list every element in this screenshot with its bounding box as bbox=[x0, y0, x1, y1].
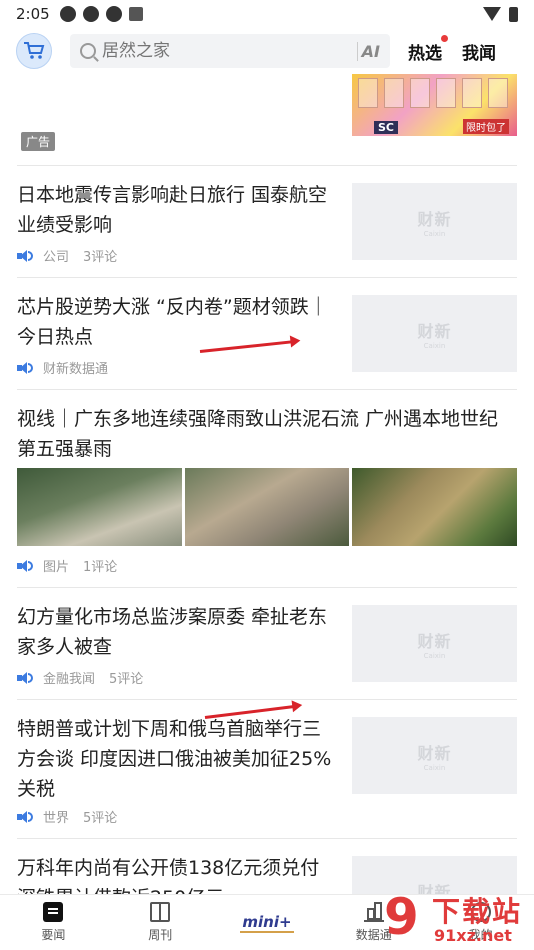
app-notification-icon bbox=[82, 6, 99, 22]
app-notification-icon bbox=[128, 7, 143, 21]
ai-search-icon[interactable]: AI bbox=[356, 41, 380, 61]
photo-strip[interactable] bbox=[17, 468, 518, 546]
article-meta: 公司 3评论 bbox=[17, 246, 117, 265]
watermark-url: 91xz.net bbox=[434, 926, 512, 945]
caixin-logo-sub: Caixin bbox=[423, 341, 446, 350]
caixin-logo: 财新 bbox=[417, 743, 452, 763]
article-category: 财新数据通 bbox=[43, 362, 109, 377]
tab-home-label: 要闻 bbox=[41, 928, 66, 942]
chart-icon bbox=[363, 902, 384, 922]
article-category: 公司 bbox=[43, 250, 70, 265]
article-thumbnail[interactable]: 财新 Caixin bbox=[352, 717, 517, 794]
battery-icon bbox=[509, 6, 518, 22]
caixin-logo-sub: Caixin bbox=[423, 763, 446, 772]
article-thumbnail[interactable]: 财新 Caixin bbox=[352, 295, 517, 372]
app-notification-icon bbox=[105, 6, 122, 22]
search-bar[interactable]: AI bbox=[70, 34, 390, 68]
shop-cart-button[interactable] bbox=[16, 33, 52, 69]
search-icon bbox=[80, 43, 96, 59]
book-icon bbox=[150, 902, 171, 922]
aerial-flood-photo[interactable] bbox=[352, 468, 518, 546]
status-bar: 2:05 bbox=[0, 0, 534, 28]
cart-icon bbox=[24, 42, 45, 59]
ad-badge: 广告 bbox=[21, 132, 56, 151]
ad-block[interactable]: SC 限时包了 广告 bbox=[17, 74, 517, 166]
mini-plus-logo: mini+ bbox=[240, 912, 294, 933]
caixin-logo: 财新 bbox=[417, 209, 452, 229]
speaker-icon[interactable] bbox=[17, 249, 33, 263]
watermark-logo: 9 bbox=[384, 888, 419, 946]
tab-weekly[interactable]: 周刊 bbox=[107, 895, 214, 950]
tab-weekly-label: 周刊 bbox=[148, 928, 173, 942]
speaker-icon[interactable] bbox=[17, 671, 33, 685]
list-item[interactable]: 日本地震传言影响赴日旅行 国泰航空业绩受影响 财新 Caixin 公司 3评论 bbox=[17, 166, 517, 278]
speaker-icon[interactable] bbox=[17, 559, 33, 573]
speaker-icon[interactable] bbox=[17, 361, 33, 375]
tab-hot[interactable]: 热选 bbox=[408, 34, 448, 64]
tab-mine[interactable]: 我闻 bbox=[462, 39, 496, 64]
article-category: 图片 bbox=[43, 560, 70, 575]
caixin-logo: 财新 bbox=[417, 631, 452, 651]
comment-count: 3评论 bbox=[83, 250, 118, 265]
news-feed[interactable]: SC 限时包了 广告 日本地震传言影响赴日旅行 国泰航空业绩受影响 财新 Cai… bbox=[0, 74, 534, 894]
tab-home[interactable]: 要闻 bbox=[0, 895, 107, 950]
tab-hot-label: 热选 bbox=[408, 43, 442, 64]
list-item[interactable]: 视线｜广东多地连续强降雨致山洪泥石流 广州遇本地世纪第五强暴雨 图片 1评论 bbox=[17, 390, 518, 588]
article-title[interactable]: 万科年内尚有公开债138亿元须兑付 深铁累计借款近250亿元 bbox=[17, 853, 335, 894]
search-input[interactable] bbox=[102, 41, 342, 61]
list-item[interactable]: 幻方量化市场总监涉案原委 牵扯老东家多人被查 财新 Caixin 金融我闻 5评… bbox=[17, 588, 517, 700]
article-title[interactable]: 特朗普或计划下周和俄乌首脑举行三方会谈 印度因进口俄油被美加征25%关税 bbox=[17, 714, 335, 804]
tab-mini-plus[interactable]: mini+ bbox=[214, 895, 321, 950]
ad-banner-image[interactable]: SC 限时包了 bbox=[352, 74, 517, 136]
article-thumbnail[interactable]: 财新 Caixin bbox=[352, 183, 517, 260]
article-title[interactable]: 日本地震传言影响赴日旅行 国泰航空业绩受影响 bbox=[17, 180, 335, 240]
watermark-title: 下载站 bbox=[432, 895, 523, 928]
article-meta: 金融我闻 5评论 bbox=[17, 668, 143, 687]
app-header: AI 热选 我闻 bbox=[0, 28, 534, 74]
flood-photo[interactable] bbox=[17, 468, 182, 546]
notification-dot bbox=[441, 34, 448, 42]
article-thumbnail[interactable]: 财新 Caixin bbox=[352, 605, 517, 682]
caixin-logo-sub: Caixin bbox=[423, 229, 446, 238]
article-category: 金融我闻 bbox=[43, 672, 96, 687]
article-category: 世界 bbox=[43, 811, 70, 826]
wifi-icon bbox=[483, 7, 501, 21]
comment-count: 5评论 bbox=[109, 672, 144, 687]
ad-gift-text: 限时包了 bbox=[463, 119, 509, 134]
status-time: 2:05 bbox=[16, 5, 50, 23]
app-notification-icon bbox=[59, 6, 76, 22]
article-title[interactable]: 视线｜广东多地连续强降雨致山洪泥石流 广州遇本地世纪第五强暴雨 bbox=[17, 404, 517, 464]
landslide-photo[interactable] bbox=[184, 468, 350, 546]
article-meta: 世界 5评论 bbox=[17, 807, 117, 826]
list-item[interactable]: 特朗普或计划下周和俄乌首脑举行三方会谈 印度因进口俄油被美加征25%关税 财新 … bbox=[17, 700, 517, 839]
article-title[interactable]: 幻方量化市场总监涉案原委 牵扯老东家多人被查 bbox=[17, 602, 335, 662]
article-meta: 财新数据通 bbox=[17, 358, 122, 377]
list-item[interactable]: 万科年内尚有公开债138亿元须兑付 深铁累计借款近250亿元 财新 Caixin bbox=[17, 839, 517, 894]
comment-count: 1评论 bbox=[83, 560, 118, 575]
ad-brand-text: SC bbox=[374, 121, 398, 134]
comment-count: 5评论 bbox=[83, 811, 118, 826]
caixin-logo-sub: Caixin bbox=[423, 651, 446, 660]
article-meta: 图片 1评论 bbox=[17, 556, 117, 575]
site-watermark: 9 下载站 91xz.net bbox=[384, 888, 534, 950]
news-icon bbox=[43, 902, 64, 922]
speaker-icon[interactable] bbox=[17, 810, 33, 824]
caixin-logo: 财新 bbox=[417, 321, 452, 341]
notification-icons bbox=[59, 6, 143, 22]
list-item[interactable]: 芯片股逆势大涨 “反内卷”题材领跌｜今日热点 财新 Caixin 财新数据通 bbox=[17, 278, 517, 390]
